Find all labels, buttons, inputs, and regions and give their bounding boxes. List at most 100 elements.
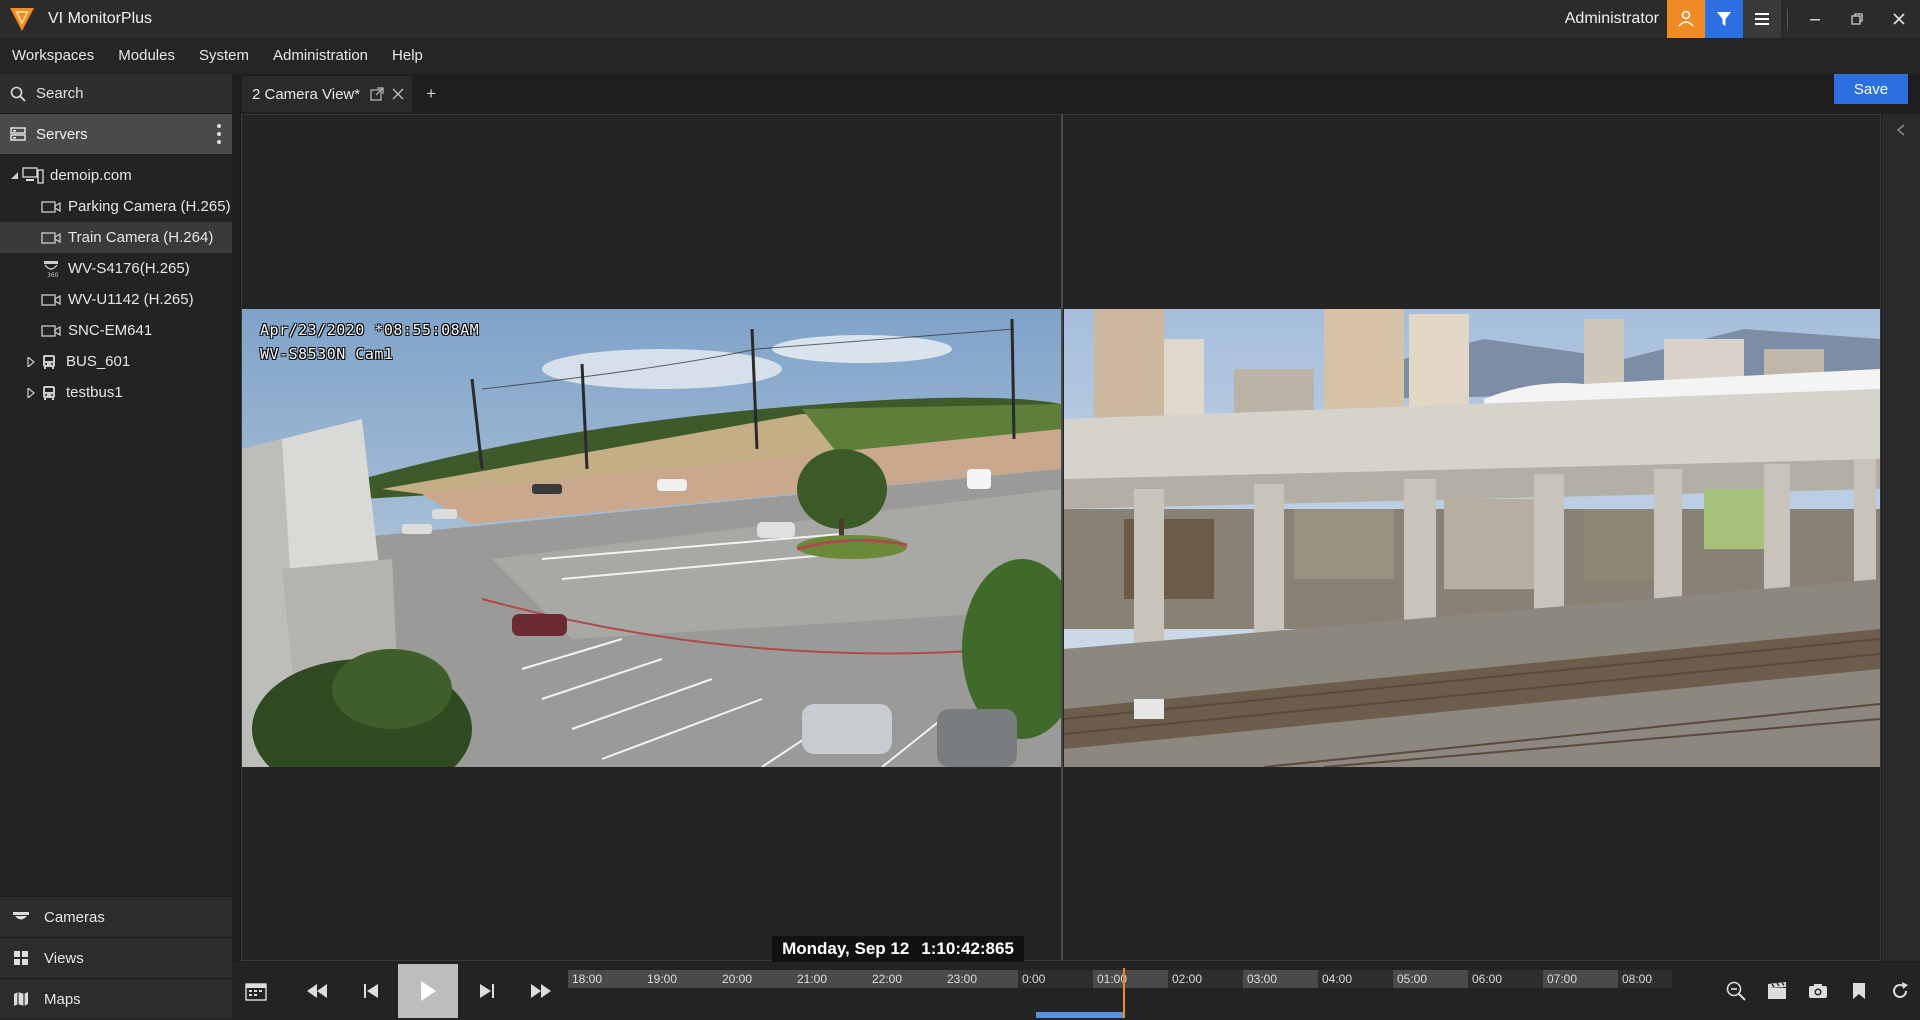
tree-node-label: BUS_601 — [66, 353, 131, 370]
close-window-button[interactable] — [1878, 0, 1920, 38]
calendar-button[interactable] — [236, 964, 276, 1018]
right-panel-collapse[interactable] — [1882, 114, 1920, 961]
parking-video-frame — [242, 309, 1061, 767]
minimize-button[interactable] — [1794, 0, 1836, 38]
playback-datetime: Monday, Sep 12 1:10:42:865 — [772, 936, 1024, 962]
calendar-icon — [245, 983, 267, 1001]
tree-node-label: Parking Camera (H.265) — [68, 198, 231, 215]
main-menu-button[interactable] — [1743, 0, 1781, 38]
bottom-nav: Cameras Views Maps — [0, 896, 232, 1019]
filter-button[interactable] — [1705, 0, 1743, 38]
rewind-button[interactable] — [290, 964, 344, 1018]
menu-workspaces[interactable]: Workspaces — [0, 38, 106, 74]
tree-node-bus[interactable]: testbus1 — [0, 377, 232, 408]
user-profile-button[interactable] — [1667, 0, 1705, 38]
tab-bar: 2 Camera View* + Save — [232, 74, 1920, 114]
recording-segment — [1036, 1012, 1124, 1018]
nav-maps-label: Maps — [44, 990, 81, 1008]
camera-icon — [40, 229, 62, 247]
timeline-tick: 04:00 — [1318, 970, 1393, 988]
step-back-button[interactable] — [346, 964, 396, 1018]
map-icon — [12, 991, 30, 1007]
close-tab-icon[interactable] — [392, 88, 404, 100]
play-icon — [421, 981, 436, 1001]
timeline-tick: 18:00 — [568, 970, 643, 988]
refresh-icon — [1892, 982, 1908, 998]
sidebar: Search Servers demoip.com Parking Camera… — [0, 74, 232, 1020]
snapshot-button[interactable] — [1797, 964, 1838, 1018]
zoom-out-icon — [1726, 981, 1746, 1001]
camera-tile-train[interactable] — [1064, 309, 1880, 767]
nav-maps[interactable]: Maps — [0, 978, 232, 1019]
pane-divider — [1061, 115, 1063, 960]
refresh-button[interactable] — [1879, 964, 1920, 1018]
sidebar-search[interactable]: Search — [0, 74, 232, 114]
playback-time: 1:10:42:865 — [921, 939, 1014, 958]
tab-label: 2 Camera View* — [252, 85, 361, 103]
skip-back-icon — [364, 984, 378, 998]
restore-icon — [1851, 13, 1863, 25]
tab-2-camera-view[interactable]: 2 Camera View* — [242, 76, 413, 112]
tree-node-camera[interactable]: WV-U1142 (H.265) — [0, 284, 232, 315]
title-separator — [1787, 9, 1788, 29]
bookmark-button[interactable] — [1838, 964, 1879, 1018]
popout-icon[interactable] — [370, 87, 384, 101]
nav-views-label: Views — [44, 949, 84, 967]
timeline-tick: 03:00 — [1243, 970, 1318, 988]
menu-system[interactable]: System — [187, 38, 261, 74]
tree-node-camera[interactable]: Parking Camera (H.265) — [0, 191, 232, 222]
save-button[interactable]: Save — [1834, 74, 1908, 104]
timeline-tick: 21:00 — [793, 970, 868, 988]
playback-bar: 18:00 19:00 20:00 21:00 22:00 23:00 0:00… — [232, 962, 1920, 1020]
collapsed-arrow-icon[interactable] — [24, 356, 38, 367]
expanded-arrow-icon[interactable] — [8, 171, 22, 180]
clapperboard-icon — [1767, 982, 1786, 999]
title-bar: VI MonitorPlus Administrator — [0, 0, 1920, 38]
nav-cameras[interactable]: Cameras — [0, 896, 232, 937]
camera-icon — [40, 291, 62, 309]
tree-node-server[interactable]: demoip.com — [0, 160, 232, 191]
camera-osd-timestamp: Apr/23/2020 *08:55:08AM — [260, 321, 480, 339]
server-icon — [22, 166, 44, 185]
fast-forward-button[interactable] — [514, 964, 568, 1018]
zoom-out-button[interactable] — [1715, 964, 1756, 1018]
timeline-tick: 23:00 — [943, 970, 1018, 988]
add-tab-button[interactable]: + — [426, 84, 436, 104]
playback-tools — [1715, 964, 1920, 1018]
menu-administration[interactable]: Administration — [261, 38, 380, 74]
tree-node-camera[interactable]: 360 WV-S4176(H.265) — [0, 253, 232, 284]
camera-view-grid: Apr/23/2020 *08:55:08AM WV-S8530N Cam1 — [241, 114, 1881, 961]
timeline-tick: 19:00 — [643, 970, 718, 988]
hamburger-icon — [1755, 13, 1769, 25]
bus-icon — [38, 384, 60, 402]
train-video-frame — [1064, 309, 1880, 767]
clip-export-button[interactable] — [1756, 964, 1797, 1018]
menu-modules[interactable]: Modules — [106, 38, 187, 74]
camera-tile-parking[interactable]: Apr/23/2020 *08:55:08AM WV-S8530N Cam1 — [242, 309, 1061, 767]
tree-node-bus[interactable]: BUS_601 — [0, 346, 232, 377]
bookmark-icon — [1852, 983, 1865, 999]
servers-icon — [10, 127, 26, 141]
timeline-playhead[interactable] — [1123, 968, 1125, 1018]
restore-button[interactable] — [1836, 0, 1878, 38]
tree-node-camera[interactable]: SNC-EM641 — [0, 315, 232, 346]
timeline-tick: 02:00 — [1168, 970, 1243, 988]
play-button[interactable] — [398, 964, 458, 1018]
more-options-icon[interactable] — [216, 124, 222, 144]
nav-views[interactable]: Views — [0, 937, 232, 978]
menu-help[interactable]: Help — [380, 38, 435, 74]
collapsed-arrow-icon[interactable] — [24, 387, 38, 398]
svg-text:360: 360 — [47, 272, 59, 278]
tree-node-label: WV-S4176(H.265) — [68, 260, 190, 277]
timeline-tick: 05:00 — [1393, 970, 1468, 988]
timeline-tick: 0:00 — [1018, 970, 1093, 988]
dome-camera-icon — [12, 911, 30, 923]
servers-header[interactable]: Servers — [0, 114, 232, 154]
user-name[interactable]: Administrator — [1565, 10, 1659, 28]
step-forward-button[interactable] — [462, 964, 512, 1018]
tree-node-camera[interactable]: Train Camera (H.264) — [0, 222, 232, 253]
nav-cameras-label: Cameras — [44, 908, 105, 926]
timeline[interactable]: 18:00 19:00 20:00 21:00 22:00 23:00 0:00… — [568, 966, 1672, 1020]
fast-forward-icon — [531, 984, 551, 998]
rewind-icon — [307, 984, 327, 998]
